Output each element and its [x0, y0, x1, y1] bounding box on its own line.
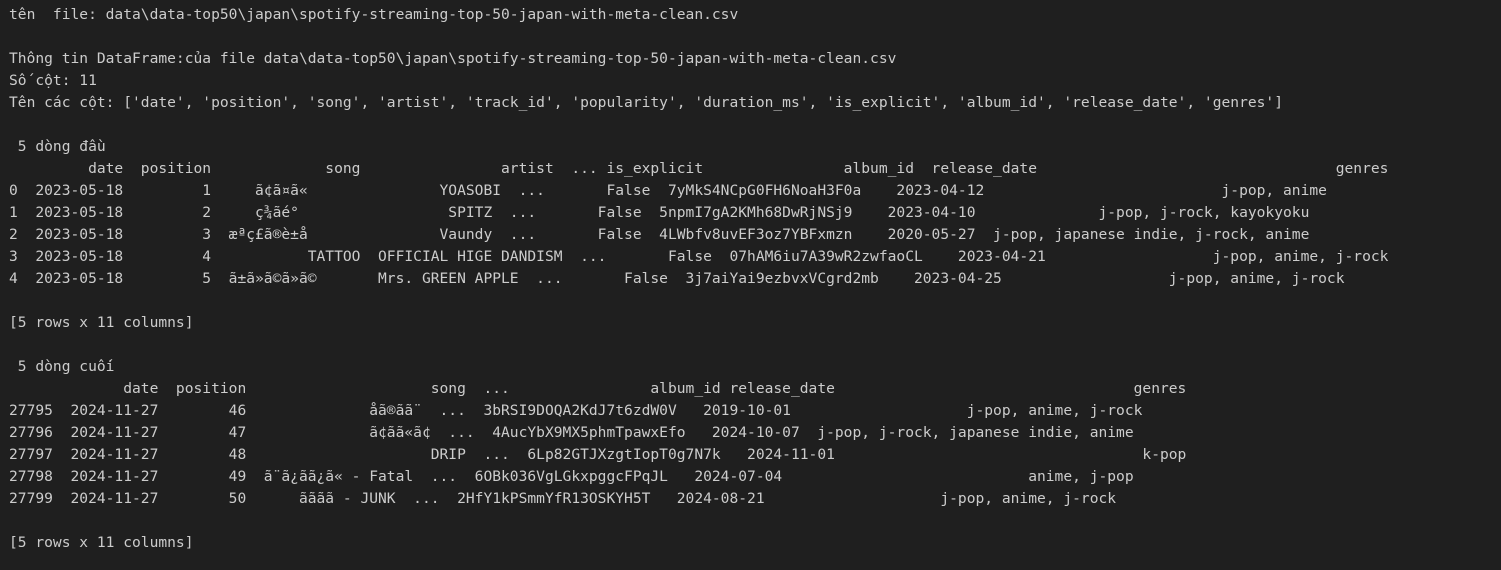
tail-section-title: 5 dòng cuối [9, 358, 115, 375]
column-count-line: Số cột: 11 [9, 72, 97, 89]
column-names-line: Tên các cột: ['date', 'position', 'song'… [9, 94, 1283, 111]
head-table-header: date position song artist ... is_explici… [9, 160, 1389, 177]
tail-table-row: 27795 2024-11-27 46 åã®ãã¨ ... 3bRSI9DOQ… [9, 402, 1143, 419]
tail-table-row: 27799 2024-11-27 50 ãããã - JUNK ... 2HfY… [9, 490, 1117, 507]
dataframe-info-line: Thông tin DataFrame:của file data\data-t… [9, 50, 897, 67]
head-table-row: 3 2023-05-18 4 TATTOO OFFICIAL HIGE DAND… [9, 248, 1389, 265]
head-section-title: 5 dòng đầu [9, 138, 106, 155]
head-table-row: 4 2023-05-18 5 ã±ã»ã©ã»ã© Mrs. GREEN APP… [9, 270, 1345, 287]
head-table-row: 1 2023-05-18 2 ç¾ãé° SPITZ ... False 5np… [9, 204, 1310, 221]
tail-table-row: 27797 2024-11-27 48 DRIP ... 6Lp82GTJXzg… [9, 446, 1187, 463]
tail-table-summary: [5 rows x 11 columns] [9, 534, 194, 551]
tail-table-header: date position song ... album_id release_… [9, 380, 1187, 397]
head-table-summary: [5 rows x 11 columns] [9, 314, 194, 331]
head-table-row: 2 2023-05-18 3 æªç£ã®è±å Vaundy ... Fals… [9, 226, 1310, 243]
file-name-line: tên file: data\data-top50\japan\spotify-… [9, 6, 739, 23]
tail-table-row: 27796 2024-11-27 47 ã¢ãã«ã¢ ... 4AucYbX9… [9, 424, 1134, 441]
tail-table-row: 27798 2024-11-27 49 ã¨ã¿ãã¿ã« - Fatal ..… [9, 468, 1134, 485]
head-table-row: 0 2023-05-18 1 ã¢ã¤ã« YOASOBI ... False … [9, 182, 1327, 199]
terminal-output[interactable]: tên file: data\data-top50\japan\spotify-… [0, 0, 1501, 570]
